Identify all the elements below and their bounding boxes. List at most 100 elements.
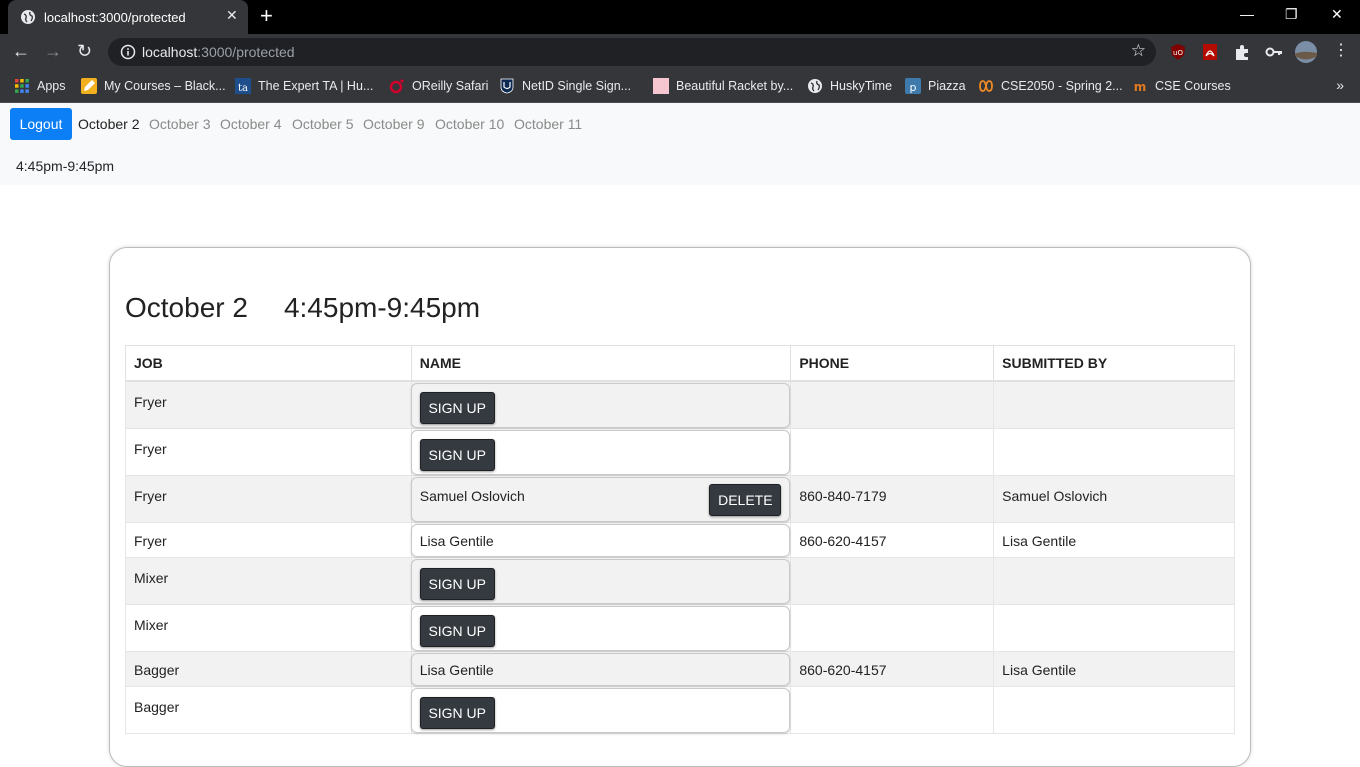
table-row: Fryer Lisa Gentile 860-620-4157 Lisa Gen… <box>125 521 1235 558</box>
sign-up-button[interactable]: SIGN UP <box>419 567 495 600</box>
key-icon[interactable] <box>1264 42 1284 62</box>
table-row: Mixer SIGN UP <box>125 556 1235 605</box>
date-link-october-3[interactable]: October 3 <box>149 116 210 132</box>
tab-title: localhost:3000/protected <box>44 10 186 25</box>
name-cell: SIGN UP <box>410 556 792 605</box>
table-row: Bagger Lisa Gentile 860-620-4157 Lisa Ge… <box>125 650 1235 687</box>
bookmark-cse2050[interactable]: CSE2050 - Spring 2... <box>978 77 1123 95</box>
signup-table: JOB NAME PHONE SUBMITTED BY Fryer SIGN U… <box>125 345 1235 734</box>
logout-button[interactable]: Logout <box>10 108 72 140</box>
bookmark-label: CSE Courses <box>1155 79 1231 93</box>
bookmark-piazza[interactable]: p Piazza <box>905 77 966 95</box>
reload-icon[interactable]: ↻ <box>77 41 92 61</box>
date-link-october-10[interactable]: October 10 <box>435 116 504 132</box>
submitted-by-cell <box>993 685 1235 734</box>
date-link-october-2[interactable]: October 2 <box>78 116 139 132</box>
table-row: Fryer SIGN UP <box>125 427 1235 476</box>
expert-ta-icon: ta <box>235 78 251 94</box>
bookmark-oreilly[interactable]: OReilly Safari <box>389 77 488 95</box>
bookmark-expert-ta[interactable]: ta The Expert TA | Hu... <box>235 77 373 95</box>
bookmark-huskytime[interactable]: HuskyTime <box>807 77 892 95</box>
phone-cell: 860-620-4157 <box>790 650 995 687</box>
phone-cell: 860-840-7179 <box>790 474 995 523</box>
bookmark-star-icon[interactable]: ☆ <box>1131 41 1146 61</box>
shift-heading: October 2 4:45pm-9:45pm <box>125 292 480 324</box>
submitted-by-cell: Lisa Gentile <box>993 650 1235 687</box>
job-cell: Bagger <box>125 685 412 734</box>
submitted-by-cell <box>993 556 1235 605</box>
bookmark-label: CSE2050 - Spring 2... <box>1001 79 1123 93</box>
sign-up-button[interactable]: SIGN UP <box>419 438 495 471</box>
name-cell: Lisa Gentile <box>410 521 792 558</box>
bookmark-my-courses[interactable]: My Courses – Black... <box>81 77 226 95</box>
name-cell: Lisa Gentile <box>410 650 792 687</box>
bookmark-label: The Expert TA | Hu... <box>258 79 374 93</box>
window-close-icon[interactable]: ✕ <box>1331 6 1343 23</box>
tab-close-icon[interactable]: ✕ <box>226 7 238 24</box>
extensions-puzzle-icon[interactable] <box>1232 42 1252 62</box>
menu-kebab-icon[interactable]: ⋮ <box>1333 41 1349 61</box>
url-host: localhost <box>142 44 198 60</box>
submitted-by-cell <box>993 427 1235 476</box>
table-row: Fryer Samuel Oslovich DELETE 860-840-7179… <box>125 474 1235 523</box>
browser-toolbar: ← → ↻ localhost:3000/protected ☆ uO ⋮ <box>0 34 1360 70</box>
back-icon[interactable]: ← <box>12 41 30 61</box>
sign-up-button[interactable]: SIGN UP <box>419 391 495 424</box>
name-cell: SIGN UP <box>410 427 792 476</box>
new-tab-button[interactable]: + <box>260 4 273 28</box>
column-header-phone: PHONE <box>790 345 995 382</box>
bookmark-label: OReilly Safari <box>412 79 489 93</box>
submitted-by-cell <box>993 603 1235 652</box>
date-link-october-4[interactable]: October 4 <box>220 116 281 132</box>
sign-up-button[interactable]: SIGN UP <box>419 614 495 647</box>
globe-icon <box>21 10 35 24</box>
bookmark-racket[interactable]: Beautiful Racket by... <box>653 77 793 95</box>
bookmark-apps[interactable]: Apps <box>14 77 66 95</box>
mooc-icon: m <box>1134 80 1147 94</box>
name-cell: Samuel Oslovich DELETE <box>410 474 792 523</box>
shift-time[interactable]: 4:45pm-9:45pm <box>16 158 114 174</box>
bookmark-netid[interactable]: NetID Single Sign... <box>499 77 631 95</box>
name-text: Lisa Gentile <box>419 661 494 678</box>
browser-tab[interactable]: localhost:3000/protected ✕ <box>8 0 248 34</box>
phone-cell <box>790 685 995 734</box>
pdf-icon[interactable] <box>1200 42 1220 62</box>
shift-time-heading: 4:45pm-9:45pm <box>283 292 481 323</box>
date-link-october-11[interactable]: October 11 <box>514 116 582 132</box>
name-cell: SIGN UP <box>410 603 792 652</box>
name-box: Samuel Oslovich DELETE <box>410 476 791 522</box>
minimize-icon[interactable]: — <box>1240 6 1254 22</box>
pencil-icon <box>81 78 97 94</box>
name-box: Lisa Gentile <box>410 652 791 686</box>
job-cell: Mixer <box>125 556 412 605</box>
apps-grid-icon <box>15 79 29 93</box>
profile-avatar[interactable] <box>1294 40 1318 64</box>
restore-icon[interactable]: ❐ <box>1285 6 1298 23</box>
infinity-icon <box>979 80 993 92</box>
bookmarks-bar: Apps My Courses – Black... ta The Expert… <box>0 70 1360 103</box>
name-box: SIGN UP <box>410 558 791 604</box>
ublock-icon[interactable]: uO <box>1168 42 1188 62</box>
bookmark-cse-courses[interactable]: m CSE Courses <box>1132 77 1231 95</box>
name-cell: SIGN UP <box>410 380 792 429</box>
delete-button[interactable]: DELETE <box>709 483 782 516</box>
phone-cell <box>790 556 995 605</box>
address-bar[interactable]: localhost:3000/protected ☆ <box>108 38 1156 66</box>
browser-tabstrip: localhost:3000/protected ✕ + — ❐ ✕ <box>0 0 1360 34</box>
job-cell: Fryer <box>125 474 412 523</box>
date-link-october-5[interactable]: October 5 <box>292 116 353 132</box>
sign-up-button[interactable]: SIGN UP <box>419 696 495 729</box>
uconn-shield-icon <box>500 78 514 94</box>
app-navbar: Logout October 2 October 3 October 4 Oct… <box>0 103 1360 185</box>
name-box: SIGN UP <box>410 382 791 428</box>
date-link-october-9[interactable]: October 9 <box>363 116 424 132</box>
shift-date: October 2 <box>125 292 248 323</box>
name-box: SIGN UP <box>410 605 791 651</box>
bookmarks-overflow-icon[interactable]: » <box>1336 77 1344 93</box>
column-header-name: NAME <box>410 345 792 382</box>
job-cell: Fryer <box>125 427 412 476</box>
job-cell: Mixer <box>125 603 412 652</box>
forward-icon[interactable]: → <box>44 41 62 61</box>
table-row: Mixer SIGN UP <box>125 603 1235 652</box>
phone-cell <box>790 427 995 476</box>
